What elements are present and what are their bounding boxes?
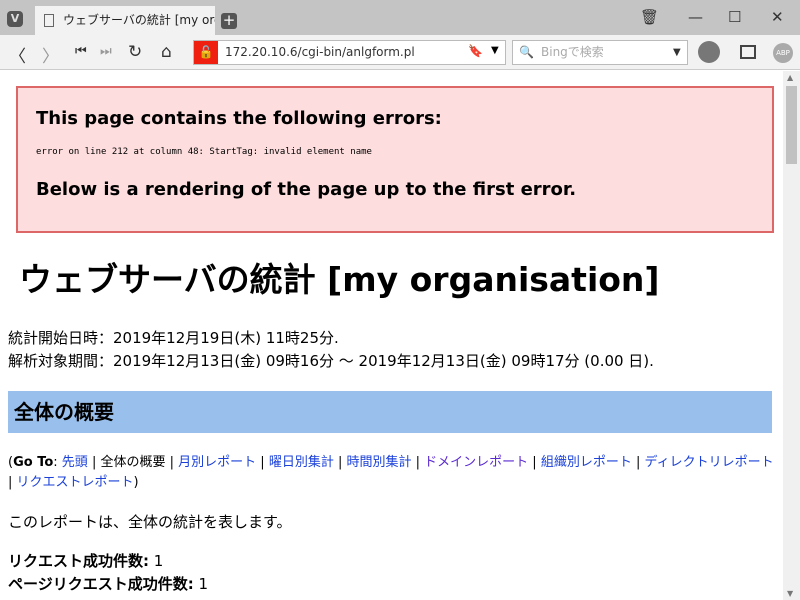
vivaldi-menu-button[interactable]: V [7,11,23,27]
rewind-button[interactable]: ⏮ [75,44,87,59]
dropdown-icon[interactable]: ▼ [491,45,499,56]
minimize-button[interactable]: — [688,8,703,26]
page-title: ウェブサーバの統計 [my organisation] [19,260,660,299]
current-section: 全体の概要 [100,455,166,470]
forward-button[interactable]: 〉 [42,42,59,67]
goto-nav: (Go To: 先頭 | 全体の概要 | 月別レポート | 曜日別集計 | 時間… [8,455,774,490]
scroll-down-icon[interactable]: ▼ [787,589,793,598]
document-icon [44,14,54,27]
address-bar[interactable]: 🔓 172.20.10.6/cgi-bin/anlgform.pl 🔖 ▼ [193,40,506,65]
error-title: This page contains the following errors: [36,108,442,129]
error-subtitle: Below is a rendering of the page up to t… [36,179,577,200]
tab-active[interactable]: ウェブサーバの統計 [my organisation] [35,6,215,35]
fast-forward-button[interactable]: ⏭ [100,44,112,59]
search-placeholder: Bingで検索 [541,45,604,59]
tab-bar: V ウェブサーバの統計 [my organisation] + 🗑 — ☐ ✕ [0,0,800,35]
link-weekday[interactable]: 曜日別集計 [269,455,334,470]
close-button[interactable]: ✕ [771,8,784,26]
link-hourly[interactable]: 時間別集計 [346,455,411,470]
search-icon: 🔍 [519,45,534,59]
link-directory[interactable]: ディレクトリレポート [645,455,774,470]
adblock-icon[interactable]: ABP [773,43,793,63]
search-input[interactable]: 🔍 Bingで検索 ▼ [512,40,688,65]
new-tab-button[interactable]: + [221,13,237,29]
stat-label: リクエスト成功件数: [8,552,149,570]
lock-icon[interactable]: 🔓 [194,41,218,64]
search-dropdown-icon[interactable]: ▼ [673,41,681,64]
page-content: This page contains the following errors:… [0,71,783,600]
reload-button[interactable]: ↻ [128,42,142,62]
toolbar: 〈 〉 ⏮ ⏭ ↻ ⌂ 🔓 172.20.10.6/cgi-bin/anlgfo… [0,35,800,70]
profile-avatar[interactable] [698,41,720,63]
description: このレポートは、全体の統計を表します。 [8,513,292,531]
link-domain[interactable]: ドメインレポート [424,455,528,470]
url-text: 172.20.10.6/cgi-bin/anlgform.pl [225,45,415,59]
home-button[interactable]: ⌂ [161,42,172,62]
scrollbar-thumb[interactable] [786,86,797,164]
error-box: This page contains the following errors:… [16,86,774,233]
start-time: 統計開始日時：2019年12月19日(木) 11時25分. [8,329,339,347]
capture-icon[interactable] [740,45,756,59]
back-button[interactable]: 〈 [9,42,26,67]
section-heading: 全体の概要 [8,391,772,433]
stat-label: ページリクエスト成功件数: [8,575,194,593]
analysis-period: 解析対象期間：2019年12月13日(金) 09時16分 〜 2019年12月1… [8,352,654,370]
link-request[interactable]: リクエストレポート [17,475,134,490]
error-message: error on line 212 at column 48: StartTag… [36,147,372,157]
scrollbar[interactable]: ▲ ▼ [783,71,800,600]
maximize-button[interactable]: ☐ [728,8,741,26]
link-organisation[interactable]: 組織別レポート [541,455,632,470]
goto-label: Go To [13,455,54,470]
stat-value: 1 [153,552,164,570]
trash-icon[interactable]: 🗑 [640,8,659,26]
bookmark-icon[interactable]: 🔖 [468,44,483,58]
link-top[interactable]: 先頭 [62,455,88,470]
link-monthly[interactable]: 月別レポート [178,455,256,470]
stat-row: ページリクエスト成功件数: 1 [8,573,783,596]
stat-value: 1 [198,575,209,593]
tab-title: ウェブサーバの統計 [my organisation] [63,13,215,27]
scroll-up-icon[interactable]: ▲ [787,73,793,82]
stat-row: リクエスト成功件数: 1 [8,550,783,573]
